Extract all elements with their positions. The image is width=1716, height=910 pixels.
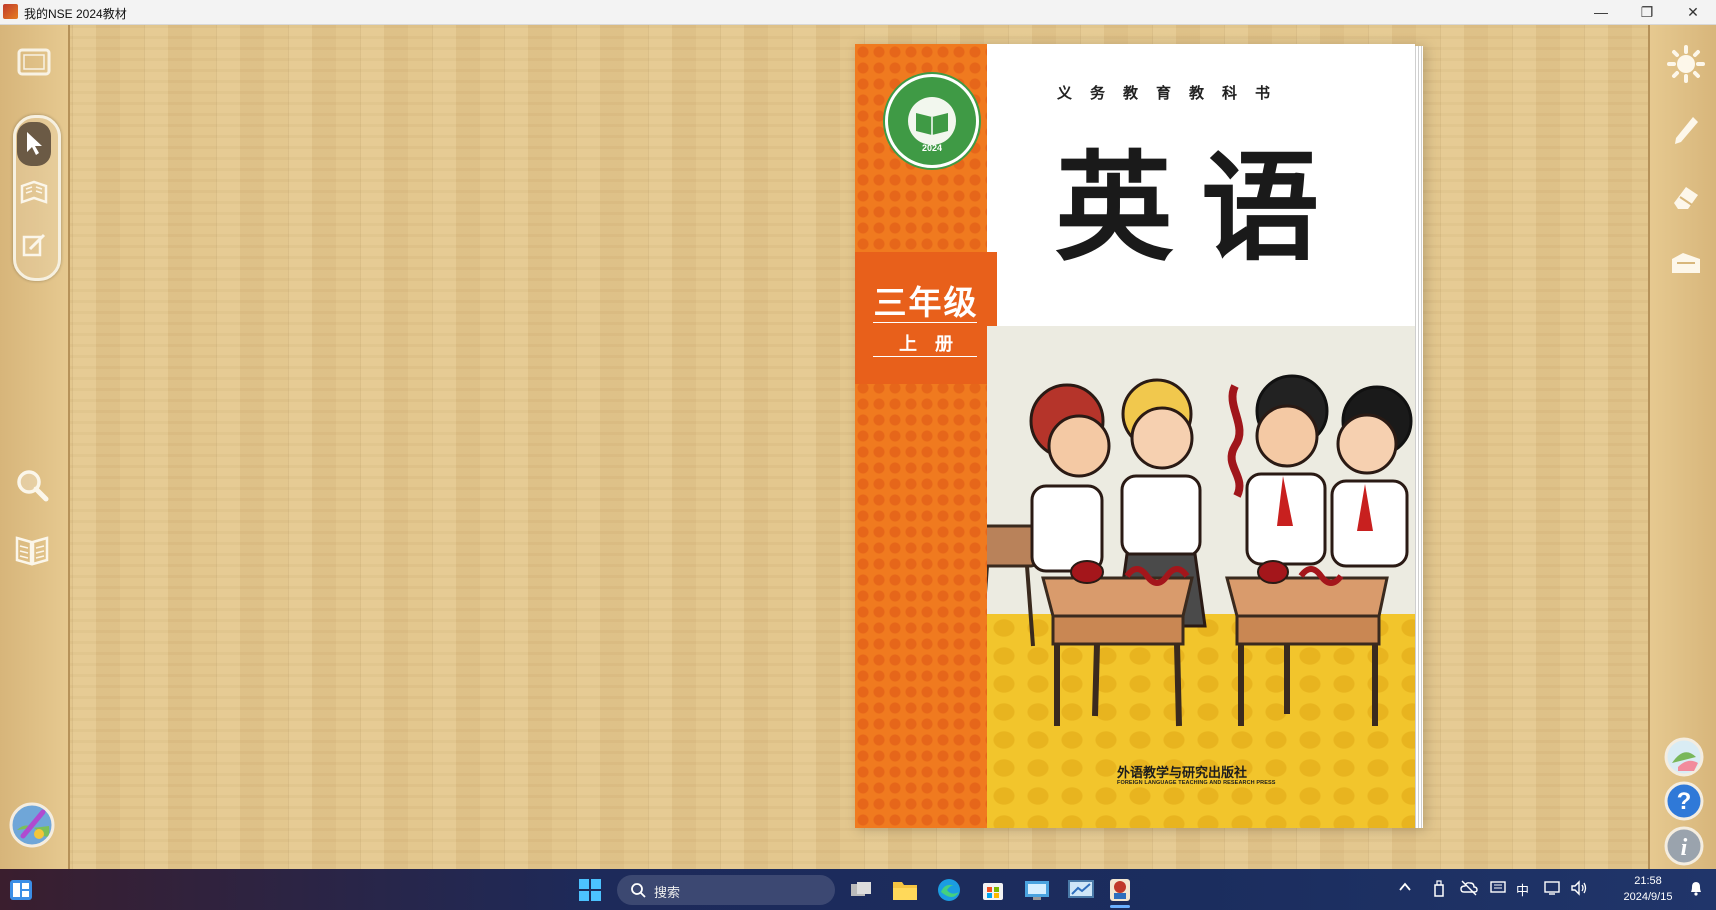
- annotate-icon[interactable]: [14, 225, 54, 265]
- control-panel-icon[interactable]: [1022, 875, 1052, 905]
- svg-text:i: i: [1681, 835, 1688, 861]
- notification-bell-icon[interactable]: [1688, 880, 1704, 899]
- minimize-button[interactable]: —: [1578, 0, 1624, 24]
- grade-label: 三年级: [873, 284, 979, 321]
- grade-divider: [873, 356, 977, 357]
- edge-browser-icon[interactable]: [934, 875, 964, 905]
- series-title: 义务教育教科书: [1057, 85, 1289, 102]
- nse-textbook-app-icon[interactable]: [1105, 875, 1135, 905]
- children-at-desks-illustration: [987, 374, 1413, 727]
- app-icon: [3, 4, 18, 19]
- publisher-name: 外语教学与研究出版社: [1117, 765, 1248, 780]
- search-placeholder: 搜索: [654, 885, 681, 900]
- approval-seal: 2024: [885, 74, 979, 168]
- volume-label: 上册: [899, 334, 971, 354]
- open-book-icon: [908, 97, 956, 145]
- magnifier-icon[interactable]: [12, 465, 52, 505]
- keyboard-icon[interactable]: [1490, 880, 1506, 897]
- cloud-offline-icon[interactable]: [1460, 880, 1478, 899]
- spotlight-icon[interactable]: [1666, 44, 1706, 84]
- eraser-icon[interactable]: [1666, 177, 1706, 217]
- clock-time: 21:58: [1634, 875, 1662, 887]
- resource-globe-icon[interactable]: [9, 802, 55, 848]
- search-icon: [631, 883, 646, 898]
- textbook-cover[interactable]: 2024 三年级 上册 义务教育教科书 英语 外语教学与研究出版社 FOREIG…: [855, 44, 1415, 828]
- window-title: 我的NSE 2024教材: [24, 7, 127, 21]
- active-app-indicator: [1110, 905, 1130, 908]
- cover-illustration: [987, 326, 1415, 828]
- taskbar-clock[interactable]: 21:58 2024/9/15: [1615, 873, 1681, 905]
- help-icon[interactable]: ?: [1664, 781, 1704, 821]
- task-view-icon[interactable]: [846, 875, 876, 905]
- svg-text:?: ?: [1677, 788, 1692, 815]
- pointer-icon[interactable]: [14, 123, 54, 163]
- subject-title: 英语: [1055, 139, 1348, 277]
- taskbar-search-input[interactable]: 搜索: [617, 875, 835, 905]
- publisher-name-english: FOREIGN LANGUAGE TEACHING AND RESEARCH P…: [1117, 780, 1276, 786]
- widgets-icon[interactable]: [6, 875, 36, 905]
- maximize-button[interactable]: ❐: [1624, 0, 1670, 24]
- start-windows-icon[interactable]: [575, 875, 605, 905]
- book-pages-icon[interactable]: [14, 173, 54, 213]
- store-icon[interactable]: [978, 875, 1008, 905]
- file-explorer-icon[interactable]: [890, 875, 920, 905]
- grade-divider: [873, 322, 977, 323]
- volume-icon[interactable]: [1570, 880, 1588, 899]
- show-hidden-icons-chevron-icon[interactable]: [1398, 880, 1412, 897]
- window-titlebar: 我的NSE 2024教材 — ❐ ✕: [0, 0, 1716, 25]
- grade-block: 三年级 上册: [855, 252, 997, 384]
- ime-indicator[interactable]: 中: [1516, 880, 1529, 899]
- close-button[interactable]: ✕: [1670, 0, 1716, 24]
- fullscreen-icon[interactable]: [14, 42, 54, 82]
- clear-icon[interactable]: [1666, 243, 1706, 283]
- pen-icon[interactable]: [1666, 111, 1706, 151]
- windows-taskbar: 搜索 中 21:58 2024/9/15: [0, 869, 1716, 910]
- seal-year: 2024: [921, 143, 943, 153]
- cloud-resource-icon[interactable]: [1664, 737, 1704, 777]
- left-toolbar: [0, 25, 70, 869]
- network-icon[interactable]: [1544, 880, 1560, 899]
- right-toolbar: ? i: [1648, 25, 1716, 869]
- page-list-icon[interactable]: [12, 530, 52, 570]
- info-icon[interactable]: i: [1664, 826, 1704, 866]
- monitor-app-icon[interactable]: [1066, 875, 1096, 905]
- usb-device-icon[interactable]: [1432, 880, 1446, 901]
- clock-date: 2024/9/15: [1623, 891, 1673, 903]
